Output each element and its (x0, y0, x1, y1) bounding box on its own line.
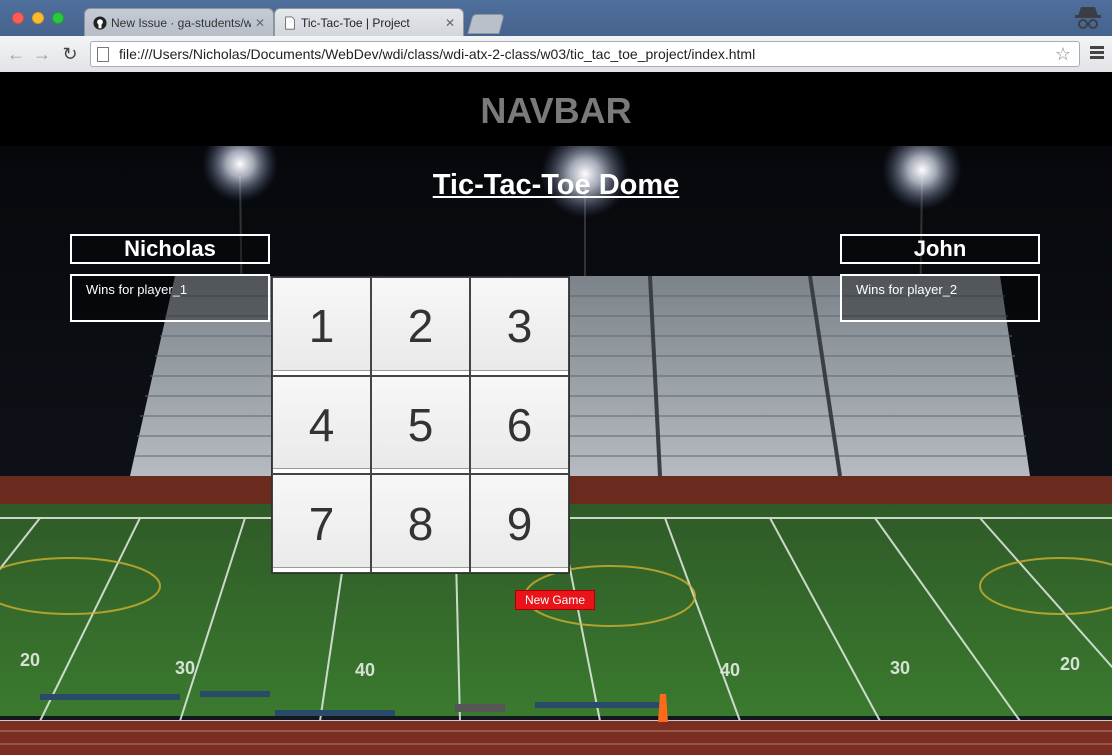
forward-arrow-icon[interactable]: → (32, 44, 52, 64)
reload-icon[interactable]: ↻ (60, 44, 80, 64)
player-1-name: Nicholas (70, 234, 270, 264)
board-cell-4[interactable]: 4 (272, 375, 371, 475)
board-cell-2[interactable]: 2 (371, 277, 470, 376)
board-cell-1[interactable]: 1 (272, 277, 371, 376)
board-cell-3[interactable]: 3 (470, 277, 569, 376)
menu-icon[interactable] (1090, 46, 1104, 60)
tab-tic-tac-toe[interactable]: Tic-Tac-Toe | Project ✕ (274, 8, 464, 36)
incognito-icon (1075, 7, 1101, 29)
player-1-wins-box[interactable]: Wins for player_1 (70, 274, 270, 322)
close-tab-icon[interactable]: ✕ (255, 16, 265, 30)
file-page-icon (97, 46, 109, 62)
navbar: NAVBAR (0, 72, 1112, 146)
svg-text:20: 20 (1060, 654, 1080, 674)
minimize-window-button[interactable] (32, 12, 44, 24)
tab-strip: New Issue · ga-students/wd ✕ Tic-Tac-Toe… (0, 0, 1112, 36)
page: NAVBAR 20 30 40 40 30 20 Tic-Tac-Toe Dom… (0, 72, 1112, 755)
board-cell-9[interactable]: 9 (470, 474, 569, 573)
tab-title: Tic-Tac-Toe | Project (301, 15, 410, 30)
new-game-button[interactable]: New Game (515, 590, 595, 610)
board-cell-5[interactable]: 5 (371, 375, 470, 475)
tab-title: New Issue · ga-students/wd (111, 15, 251, 30)
browser-toolbar: ← → ↻ file:///Users/Nicholas/Documents/W… (0, 36, 1112, 72)
svg-text:40: 40 (355, 660, 375, 680)
close-window-button[interactable] (12, 12, 24, 24)
svg-text:20: 20 (20, 650, 40, 670)
tab-new-issue[interactable]: New Issue · ga-students/wd ✕ (84, 8, 274, 36)
browser-chrome: New Issue · ga-students/wd ✕ Tic-Tac-Toe… (0, 0, 1112, 72)
board-cell-6[interactable]: 6 (470, 375, 569, 475)
svg-text:30: 30 (175, 658, 195, 678)
github-icon (93, 15, 107, 30)
bookmark-star-icon[interactable]: ☆ (1055, 44, 1071, 65)
url-text[interactable]: file:///Users/Nicholas/Documents/WebDev/… (119, 46, 1055, 62)
game-title: Tic-Tac-Toe Dome (432, 169, 680, 201)
page-icon (285, 15, 295, 30)
player-2-name: John (840, 234, 1040, 264)
zoom-window-button[interactable] (52, 12, 64, 24)
tic-tac-toe-board: 1 2 3 4 5 6 7 8 9 (271, 276, 570, 574)
svg-text:30: 30 (890, 658, 910, 678)
player-2-wins-box[interactable]: Wins for player_2 (840, 274, 1040, 322)
address-bar[interactable]: file:///Users/Nicholas/Documents/WebDev/… (90, 41, 1080, 67)
close-tab-icon[interactable]: ✕ (445, 16, 455, 30)
new-tab-button[interactable] (467, 14, 505, 34)
board-cell-7[interactable]: 7 (272, 474, 371, 573)
board-cell-8[interactable]: 8 (371, 474, 470, 573)
svg-text:40: 40 (720, 660, 740, 680)
back-arrow-icon[interactable]: ← (6, 44, 26, 64)
